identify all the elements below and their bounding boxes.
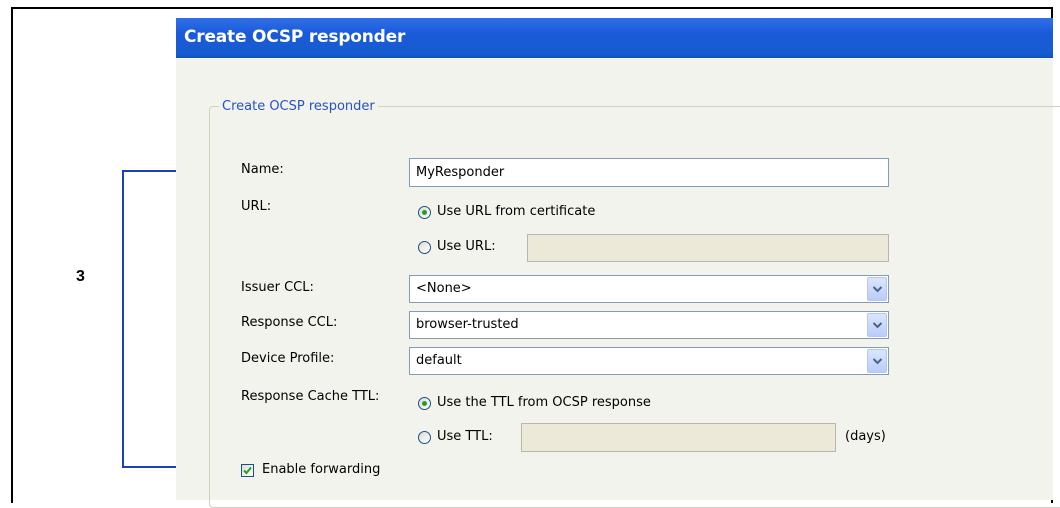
radio-selected-dot bbox=[422, 210, 427, 215]
ttl-from-response-label: Use the TTL from OCSP response bbox=[437, 395, 651, 410]
response-ccl-select[interactable]: browser-trusted bbox=[409, 311, 889, 339]
name-input[interactable]: MyResponder bbox=[409, 158, 889, 187]
use-url-radio[interactable] bbox=[418, 241, 431, 254]
issuer-ccl-select[interactable]: <None> bbox=[409, 275, 889, 303]
radio-selected-dot bbox=[422, 401, 427, 406]
url-input[interactable] bbox=[527, 234, 889, 262]
url-label: URL: bbox=[241, 199, 272, 214]
ttl-from-response-radio[interactable] bbox=[418, 397, 431, 410]
use-url-label: Use URL: bbox=[437, 239, 496, 254]
url-from-certificate-radio[interactable] bbox=[418, 206, 431, 219]
device-profile-select[interactable]: default bbox=[409, 347, 889, 375]
use-ttl-radio[interactable] bbox=[418, 431, 431, 444]
checkmark-icon bbox=[243, 466, 252, 475]
dialog-titlebar: Create OCSP responder bbox=[176, 18, 1053, 58]
enable-forwarding-label: Enable forwarding bbox=[262, 462, 381, 477]
enable-forwarding-checkbox[interactable] bbox=[241, 464, 254, 477]
name-label: Name: bbox=[241, 162, 284, 177]
chevron-down-icon[interactable] bbox=[867, 277, 887, 301]
chevron-down-icon[interactable] bbox=[867, 313, 887, 337]
device-profile-label: Device Profile: bbox=[241, 351, 335, 366]
url-from-certificate-label: Use URL from certificate bbox=[437, 204, 596, 219]
ttl-input[interactable] bbox=[521, 423, 836, 452]
group-title: Create OCSP responder bbox=[219, 99, 378, 114]
response-ccl-value: browser-trusted bbox=[416, 317, 519, 332]
response-ccl-label: Response CCL: bbox=[241, 315, 338, 330]
device-profile-value: default bbox=[416, 353, 462, 368]
step-number: 3 bbox=[76, 268, 85, 285]
bracket-line bbox=[122, 170, 124, 466]
ttl-unit-label: (days) bbox=[845, 429, 886, 444]
response-cache-ttl-label: Response Cache TTL: bbox=[241, 389, 380, 404]
issuer-ccl-label: Issuer CCL: bbox=[241, 280, 314, 295]
issuer-ccl-value: <None> bbox=[416, 281, 472, 296]
dialog-title: Create OCSP responder bbox=[184, 27, 406, 47]
chevron-down-icon[interactable] bbox=[867, 349, 887, 373]
use-ttl-label: Use TTL: bbox=[437, 429, 493, 444]
